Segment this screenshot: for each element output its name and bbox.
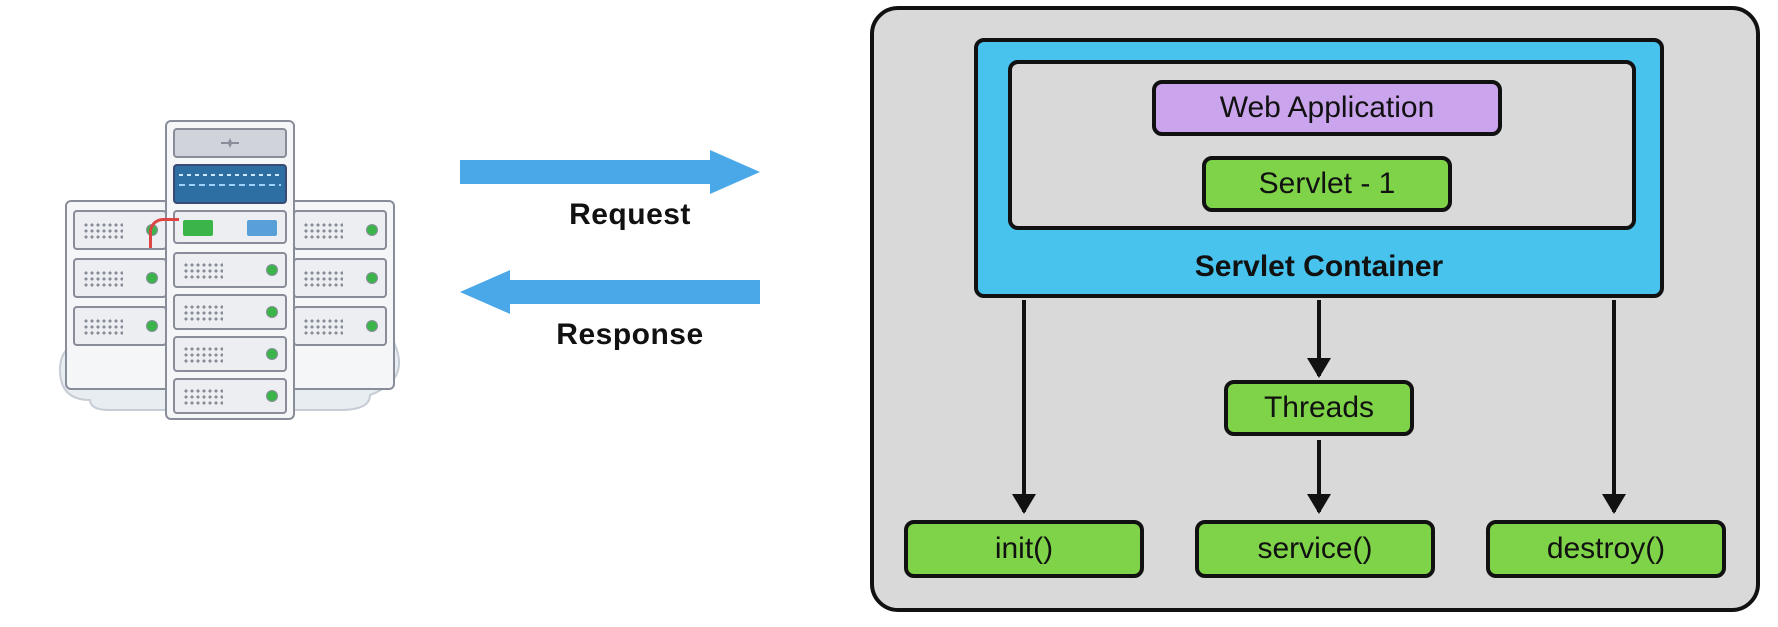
server-unit	[173, 294, 287, 330]
server-unit	[293, 306, 387, 346]
server-unit	[73, 306, 167, 346]
server-monitor-icon	[173, 164, 287, 204]
server-unit	[293, 210, 387, 250]
servlet-label: Servlet - 1	[1259, 167, 1396, 201]
request-label: Request	[460, 198, 800, 232]
web-application-label: Web Application	[1220, 91, 1435, 125]
arrow-down-icon	[1317, 300, 1321, 376]
arrow-right-icon	[460, 150, 760, 194]
server-rack-right	[285, 200, 395, 390]
web-application-box: Web Application	[1152, 80, 1502, 136]
destroy-label: destroy()	[1547, 532, 1665, 566]
arrow-down-icon	[1612, 300, 1616, 512]
threads-label: Threads	[1264, 391, 1374, 425]
diagram-stage: Request Response Web Application Servlet…	[0, 0, 1778, 627]
server-io-panel	[173, 210, 287, 244]
server-unit	[73, 258, 167, 298]
destroy-method-box: destroy()	[1486, 520, 1726, 578]
server-unit	[173, 378, 287, 414]
response-label: Response	[460, 318, 800, 352]
inner-box: Web Application Servlet - 1	[1008, 60, 1636, 230]
service-method-box: service()	[1195, 520, 1435, 578]
outer-container: Web Application Servlet - 1 Servlet Cont…	[870, 6, 1760, 612]
servlet-box: Servlet - 1	[1202, 156, 1452, 212]
arrow-down-icon	[1317, 440, 1321, 512]
server-unit	[293, 258, 387, 298]
request-response-arrows: Request Response	[460, 150, 800, 352]
arrow-left-icon	[460, 270, 760, 314]
server-cable-icon	[149, 218, 179, 248]
init-method-box: init()	[904, 520, 1144, 578]
server-rack-main	[165, 120, 295, 420]
server-header	[173, 128, 287, 158]
arrow-down-icon	[1022, 300, 1026, 512]
service-label: service()	[1257, 532, 1372, 566]
servlet-container-label: Servlet Container	[978, 250, 1660, 284]
server-unit	[173, 252, 287, 288]
server-illustration	[60, 120, 400, 420]
init-label: init()	[995, 532, 1053, 566]
lifecycle-methods-row: init() service() destroy()	[904, 520, 1726, 578]
server-unit	[173, 336, 287, 372]
threads-box: Threads	[1224, 380, 1414, 436]
servlet-container-box: Web Application Servlet - 1 Servlet Cont…	[974, 38, 1664, 298]
